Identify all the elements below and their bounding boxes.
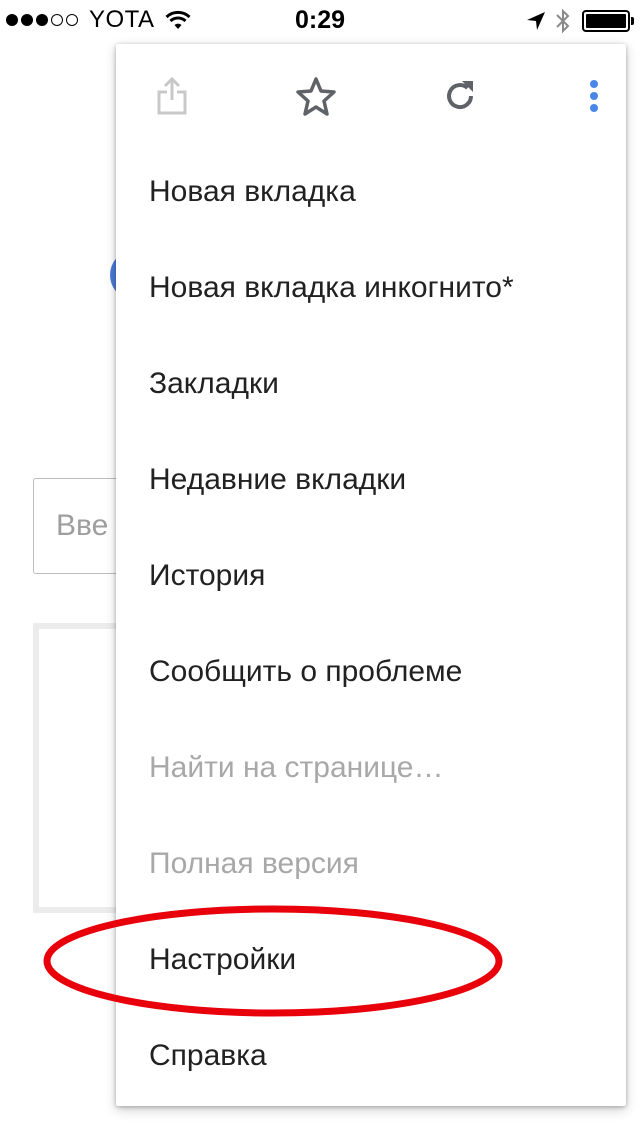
menu-toolbar (116, 44, 626, 144)
share-icon (157, 76, 187, 115)
status-bar: YOTA 0:29 (0, 0, 640, 40)
bluetooth-icon (556, 8, 570, 34)
background-search-placeholder: Вве (56, 509, 109, 542)
menu-item-new-tab[interactable]: Новая вкладка (116, 144, 626, 240)
screen: YOTA 0:29 Вве Новая вкладка Новая вкладк… (0, 0, 640, 1136)
bookmark-button[interactable] (286, 66, 346, 126)
menu-item-find-in-page: Найти на странице… (149, 751, 444, 784)
menu-item-desktop-site: Полная версия (149, 847, 359, 880)
menu-item-settings[interactable]: Настройки (116, 912, 626, 1008)
menu-item-new-incognito-tab[interactable]: Новая вкладка инкогнито* (116, 240, 626, 336)
menu-item-help[interactable]: Справка (116, 1008, 626, 1104)
menu-item-history[interactable]: История (116, 528, 626, 624)
more-options-button[interactable] (564, 66, 624, 126)
reload-button[interactable] (430, 66, 490, 126)
status-right (526, 8, 634, 34)
menu-item-bookmarks[interactable]: Закладки (116, 336, 626, 432)
menu-item-recent-tabs[interactable]: Недавние вкладки (116, 432, 626, 528)
battery-icon (582, 10, 634, 32)
star-icon (296, 77, 336, 116)
reload-icon (447, 81, 474, 110)
more-vertical-icon (590, 80, 598, 112)
location-arrow-icon (527, 12, 545, 30)
menu-items: Новая вкладка Новая вкладка инкогнито* З… (116, 144, 626, 1104)
overflow-menu: Новая вкладка Новая вкладка инкогнито* З… (116, 44, 626, 1106)
share-button[interactable] (142, 66, 202, 126)
menu-item-report-issue[interactable]: Сообщить о проблеме (116, 624, 626, 720)
